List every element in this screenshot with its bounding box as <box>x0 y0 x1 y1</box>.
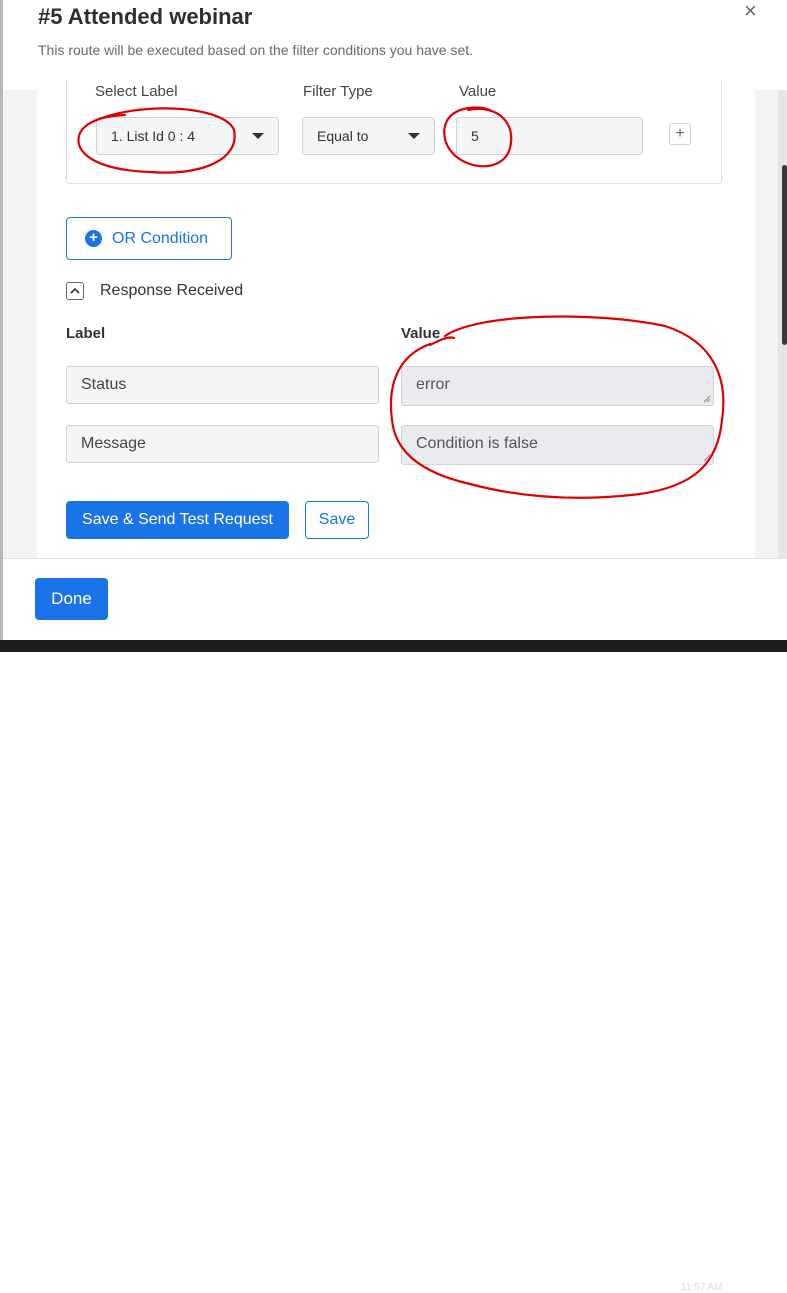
or-condition-button[interactable]: + OR Condition <box>66 217 232 260</box>
close-icon[interactable]: × <box>744 0 757 24</box>
filter-type-value: Equal to <box>317 128 369 144</box>
add-condition-button[interactable]: + <box>669 123 691 145</box>
page-title: #5 Attended webinar <box>38 4 253 29</box>
taskbar-clock: 11:57 AM <box>681 1282 723 1293</box>
collapse-toggle-button[interactable] <box>66 282 84 300</box>
response-label-field[interactable]: Status <box>66 366 379 404</box>
value-column-header: Value <box>401 325 441 342</box>
scrollbar-thumb[interactable] <box>782 165 787 345</box>
modal-footer <box>3 559 787 640</box>
filter-type-dropdown[interactable]: Equal to <box>302 117 435 155</box>
select-label-dropdown[interactable]: 1. List Id 0 : 4 <box>96 117 279 155</box>
label-column-header: Label <box>66 325 106 342</box>
done-button[interactable]: Done <box>35 578 108 620</box>
response-label-field[interactable]: Message <box>66 425 379 463</box>
plus-circle-icon: + <box>85 230 102 247</box>
response-value-field[interactable]: error <box>401 366 714 406</box>
chevron-down-icon <box>408 133 420 139</box>
page-subtitle: This route will be executed based on the… <box>38 42 474 58</box>
save-button[interactable]: Save <box>305 501 369 539</box>
select-label-heading: Select Label <box>95 83 178 100</box>
modal-header: #5 Attended webinar This route will be e… <box>3 0 787 90</box>
select-label-value: 1. List Id 0 : 4 <box>111 128 196 144</box>
response-value-text: Condition is false <box>416 435 538 452</box>
resize-grip-icon[interactable] <box>703 454 711 462</box>
response-value-text: error <box>416 376 450 393</box>
resize-grip-icon[interactable] <box>703 395 711 403</box>
filter-type-heading: Filter Type <box>303 83 373 100</box>
chevron-down-icon <box>252 133 264 139</box>
response-received-title: Response Received <box>100 282 244 299</box>
save-send-test-request-button[interactable]: Save & Send Test Request <box>66 501 289 539</box>
taskbar: 11:57 AM <box>0 640 787 1293</box>
or-condition-label: OR Condition <box>112 230 209 247</box>
value-heading: Value <box>459 83 497 100</box>
chevron-up-icon <box>70 287 80 294</box>
value-input-text: 5 <box>471 128 479 144</box>
value-input[interactable]: 5 <box>456 117 643 155</box>
response-value-field[interactable]: Condition is false <box>401 425 714 465</box>
